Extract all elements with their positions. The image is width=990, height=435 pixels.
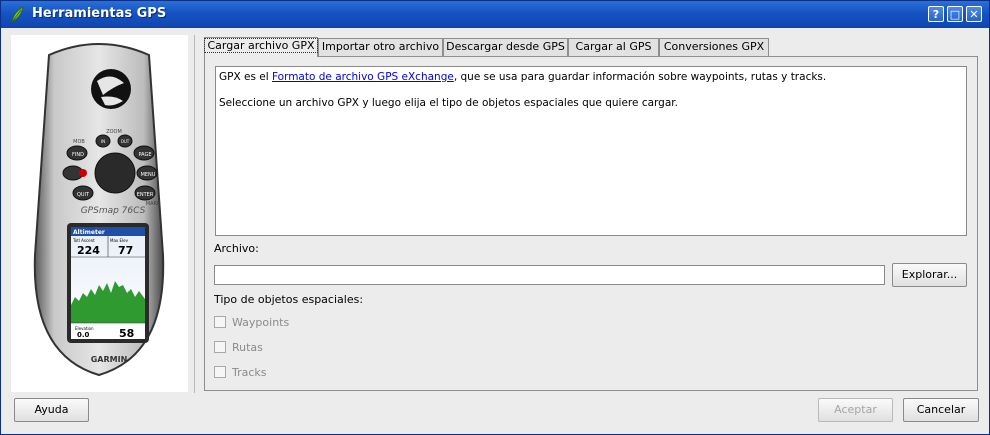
key-page-label: PAGE [138, 152, 151, 158]
key-in-label: IN [101, 139, 105, 144]
description-line-1: GPX es el Formato de archivo GPS eXchang… [219, 71, 963, 84]
screen-field2-label: Max Elev [110, 238, 129, 243]
tab-import-file-label: Importar otro archivo [321, 40, 440, 53]
tab-load-gpx-label: Cargar archivo GPX [204, 38, 318, 53]
brand-label: GARMIN [91, 355, 128, 364]
gps-device-panel: FIND PAGE MENU QUIT ENTER IN OUT ZOOM MO… [11, 35, 188, 392]
waypoints-checkbox[interactable] [214, 316, 226, 328]
description-text-pre: GPX es el [219, 71, 272, 83]
key-menu-label: MENU [141, 172, 156, 178]
screen-title: Altimeter [73, 229, 105, 236]
key-quit-label: QUIT [77, 192, 90, 198]
qgis-leaf-icon [11, 6, 24, 23]
gps-tools-dialog: Herramientas GPS ? □ ✕ FIND PAGE MENU QU… [0, 0, 990, 435]
tab-upload-gps[interactable]: Cargar al GPS [568, 38, 659, 56]
mark-label: MARK [146, 201, 161, 207]
description-line-2: Seleccione un archivo GPX y luego elija … [219, 97, 678, 109]
cancel-button[interactable]: Cancelar [903, 398, 979, 422]
help-button[interactable]: Ayuda [14, 398, 89, 422]
key-out-label: OUT [121, 139, 130, 144]
file-label: Archivo: [214, 242, 259, 255]
accept-button[interactable]: Aceptar [818, 398, 893, 422]
key-enter-label: ENTER [137, 192, 154, 198]
zoom-label: ZOOM [106, 129, 122, 135]
tab-download-gps-label: Descargar desde GPS [446, 40, 565, 53]
tab-gpx-conversions-label: Conversiones GPX [663, 40, 765, 53]
feature-types-label: Tipo de objetos espaciales: [214, 293, 364, 306]
close-button[interactable]: ✕ [966, 6, 982, 22]
tab-download-gps[interactable]: Descargar desde GPS [443, 38, 568, 56]
mob-label: MOB [73, 139, 85, 145]
browse-button[interactable]: Explorar... [892, 263, 967, 287]
screen-field4-value: 58 [119, 327, 134, 340]
window-title: Herramientas GPS [32, 6, 167, 21]
gps-device-image: FIND PAGE MENU QUIT ENTER IN OUT ZOOM MO… [33, 43, 165, 377]
key-find-label: FIND [72, 152, 84, 158]
maximize-button[interactable]: □ [947, 6, 963, 22]
routes-label: Rutas [232, 341, 263, 354]
tracks-checkbox[interactable] [214, 366, 226, 378]
screen-field3-value: 0.0 [77, 331, 90, 339]
description-box: GPX es el Formato de archivo GPS eXchang… [215, 66, 967, 236]
help-title-button[interactable]: ? [928, 6, 944, 22]
tab-import-file[interactable]: Importar otro archivo [318, 38, 443, 56]
tracks-label: Tracks [232, 366, 267, 379]
tab-upload-gps-label: Cargar al GPS [575, 40, 652, 53]
routes-checkbox[interactable] [214, 341, 226, 353]
file-path-input[interactable] [214, 265, 885, 285]
panel-splitter[interactable] [194, 35, 195, 393]
tab-gpx-conversions[interactable]: Conversiones GPX [659, 38, 769, 56]
screen-field1-label: Totl Ascent [72, 238, 95, 243]
screen-field2-value: 77 [118, 244, 133, 257]
gpx-format-link[interactable]: Formato de archivo GPS eXchange [272, 71, 454, 83]
title-bar[interactable]: Herramientas GPS ? □ ✕ [1, 1, 989, 28]
waypoints-label: Waypoints [232, 316, 290, 329]
description-text-post: , que se usa para guardar información so… [453, 71, 827, 83]
model-label: GPSmap 76CS [81, 206, 146, 216]
screen-field1-value: 224 [77, 244, 100, 257]
tab-load-gpx[interactable]: Cargar archivo GPX [204, 37, 318, 57]
